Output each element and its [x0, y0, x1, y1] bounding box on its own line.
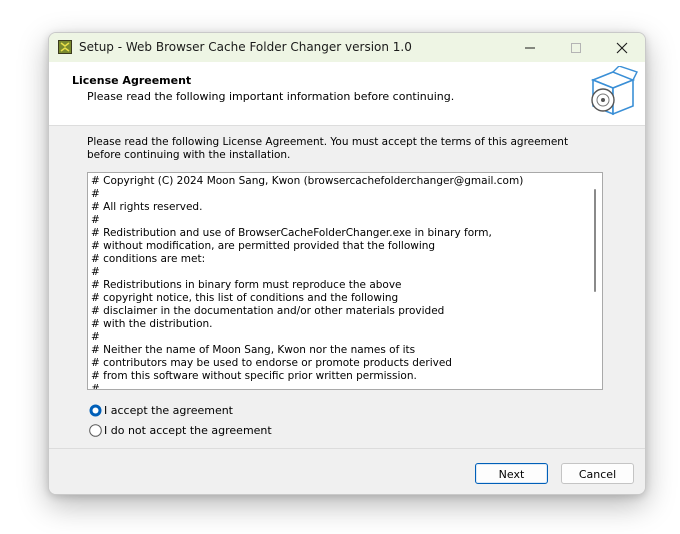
setup-window: Setup - Web Browser Cache Folder Changer… [48, 32, 646, 495]
license-line: # [91, 266, 100, 278]
license-line: # with the distribution. [91, 318, 213, 330]
wizard-header: License Agreement Please read the follow… [49, 62, 645, 126]
setup-app-icon [58, 40, 72, 54]
software-box-icon [590, 66, 638, 116]
license-line: # [91, 214, 100, 226]
maximize-button [553, 33, 599, 62]
window-title: Setup - Web Browser Cache Folder Changer… [79, 40, 412, 54]
license-line: # without modification, are permitted pr… [91, 240, 436, 252]
license-line: # [91, 383, 100, 390]
license-textbox[interactable]: # Copyright (C) 2024 Moon Sang, Kwon (br… [87, 172, 603, 390]
wizard-footer: Next Cancel [49, 448, 645, 494]
close-button[interactable] [599, 33, 645, 62]
accept-radio[interactable] [89, 404, 102, 417]
license-line: # Neither the name of Moon Sang, Kwon no… [91, 344, 416, 356]
license-text: # Copyright (C) 2024 Moon Sang, Kwon (br… [91, 175, 586, 390]
close-icon [616, 42, 628, 54]
cancel-button[interactable]: Cancel [561, 463, 634, 484]
license-line: # Redistribution and use of BrowserCache… [91, 227, 492, 239]
minimize-icon [525, 47, 535, 49]
page-subtitle: Please read the following important info… [87, 90, 455, 103]
scrollbar-thumb[interactable] [594, 189, 596, 292]
license-intro: Please read the following License Agreem… [87, 136, 569, 161]
accept-label[interactable]: I accept the agreement [104, 404, 233, 417]
maximize-icon [571, 43, 581, 53]
license-line: # Redistributions in binary form must re… [91, 279, 402, 291]
license-line: # from this software without specific pr… [91, 370, 417, 382]
license-line: # All rights reserved. [91, 201, 203, 213]
license-line: # [91, 331, 100, 343]
title-bar[interactable]: Setup - Web Browser Cache Folder Changer… [49, 33, 645, 62]
page-title: License Agreement [72, 74, 192, 87]
license-line: # copyright notice, this list of conditi… [91, 292, 399, 304]
next-button[interactable]: Next [475, 463, 548, 484]
minimize-button[interactable] [507, 33, 553, 62]
decline-label[interactable]: I do not accept the agreement [104, 424, 272, 437]
license-scrollbar[interactable] [588, 173, 602, 389]
decline-radio[interactable] [89, 424, 102, 437]
license-line: # conditions are met: [91, 253, 206, 265]
license-line: # [91, 188, 100, 200]
license-line: # Copyright (C) 2024 Moon Sang, Kwon (br… [91, 175, 524, 187]
license-line: # disclaimer in the documentation and/or… [91, 305, 445, 317]
license-line: # contributors may be used to endorse or… [91, 357, 452, 369]
